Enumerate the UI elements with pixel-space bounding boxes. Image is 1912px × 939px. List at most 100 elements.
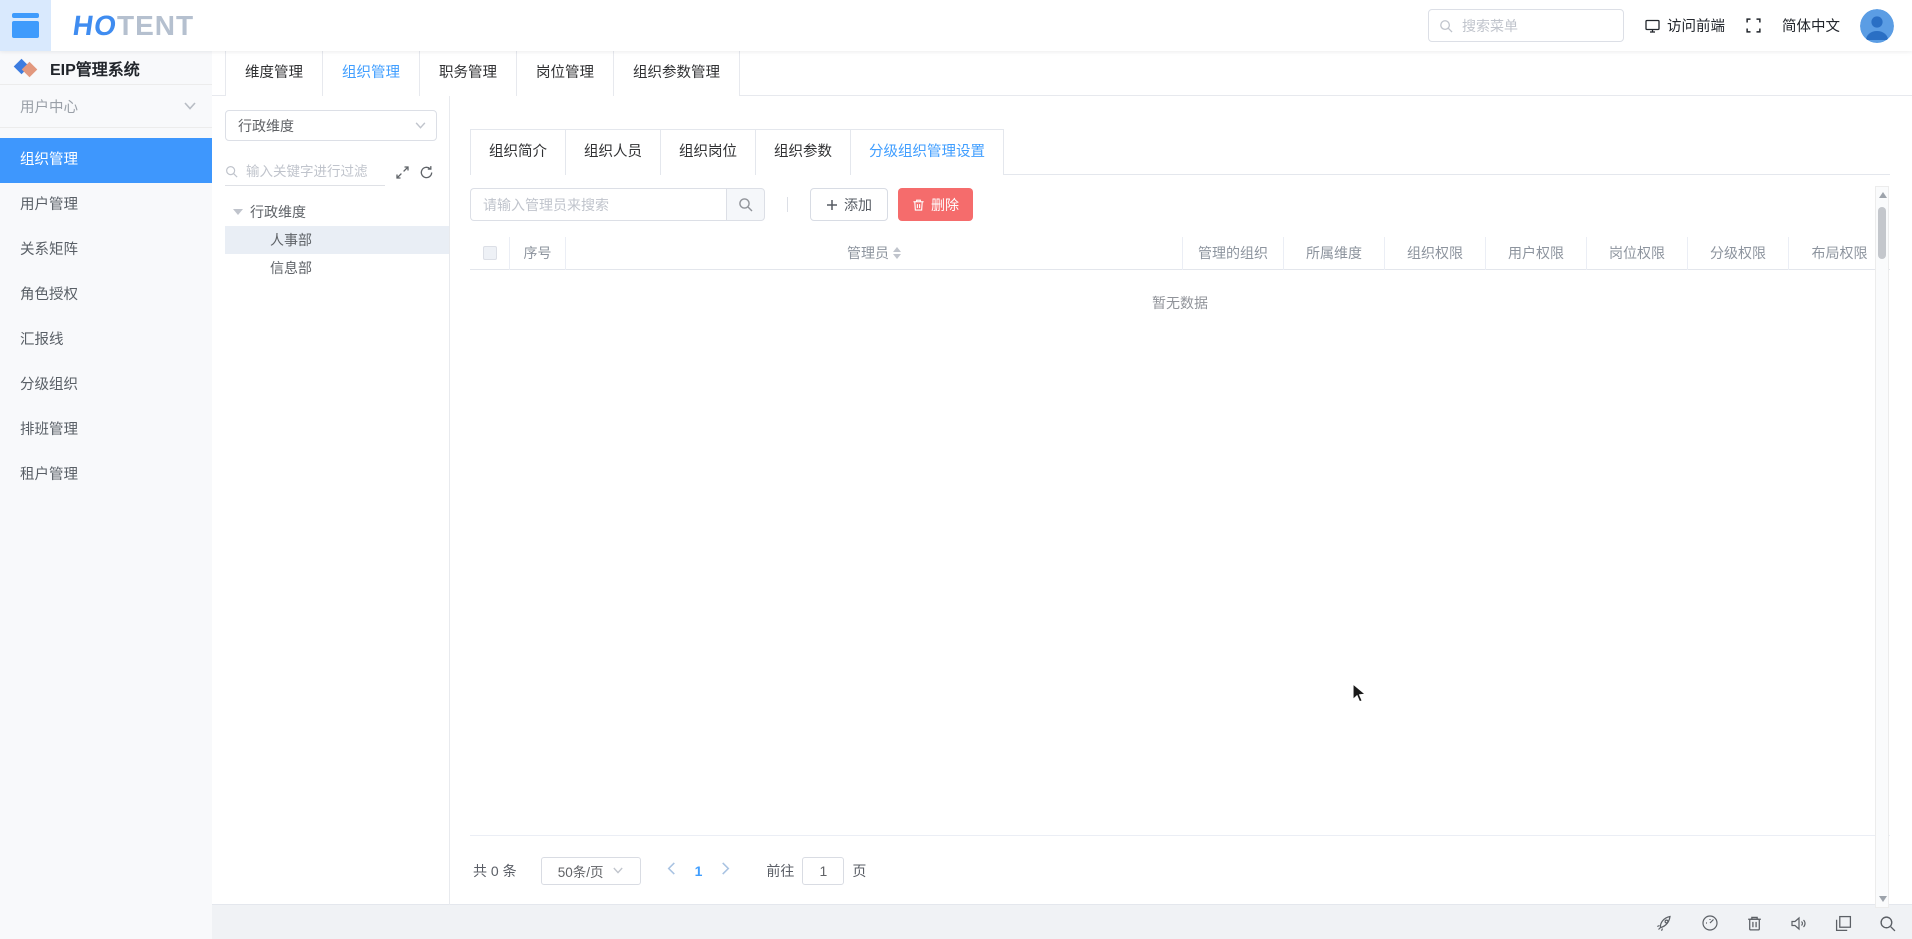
column-user-permission: 用户权限: [1486, 236, 1587, 270]
select-all-checkbox[interactable]: [482, 246, 497, 260]
tree-filter-row: [225, 158, 449, 186]
column-administrator-label: 管理员: [847, 245, 889, 261]
sort-icon[interactable]: [893, 247, 901, 259]
sidebar-item-org-management[interactable]: 组织管理: [0, 138, 212, 183]
org-detail-panel: 组织简介 组织人员 组织岗位 组织参数 分级组织管理设置 请输入管理员来搜索 添…: [470, 96, 1890, 905]
detail-tab-bar: 组织简介 组织人员 组织岗位 组织参数 分级组织管理设置: [470, 129, 1890, 176]
sidebar-item-relation-matrix[interactable]: 关系矩阵: [0, 228, 212, 273]
visit-frontend-label: 访问前端: [1667, 19, 1725, 35]
fullscreen-icon[interactable]: [1745, 17, 1762, 34]
delete-button-label: 删除: [931, 196, 959, 213]
tab-hierarchical-org-settings[interactable]: 分级组织管理设置: [851, 129, 1004, 176]
chevron-down-icon: [613, 867, 624, 874]
refresh-icon[interactable]: [419, 165, 434, 180]
rocket-icon[interactable]: [1656, 914, 1674, 932]
admin-toolbar: 添加 删除: [470, 188, 1890, 221]
speaker-icon[interactable]: [1790, 915, 1808, 932]
performance-icon[interactable]: [1701, 914, 1719, 932]
chevron-down-icon: [415, 122, 426, 129]
monitor-icon: [1644, 18, 1661, 34]
tab-post-management[interactable]: 岗位管理: [517, 51, 614, 96]
sidebar-menu: 组织管理 用户管理 关系矩阵 角色授权 汇报线 分级组织 排班管理 租户管理: [0, 138, 212, 498]
tab-org-params[interactable]: 组织参数: [756, 129, 851, 175]
column-org-permission: 组织权限: [1385, 236, 1486, 270]
tab-dimension-management[interactable]: 维度管理: [225, 51, 323, 96]
tree-filter-box[interactable]: [225, 158, 385, 186]
tree-filter-input[interactable]: [244, 163, 376, 180]
next-page-button[interactable]: [718, 862, 732, 879]
delete-button[interactable]: 删除: [898, 188, 973, 221]
menu-search-input[interactable]: [1460, 16, 1600, 35]
column-index: 序号: [510, 236, 566, 270]
tree-node-label: 人事部: [270, 232, 312, 248]
expand-icon[interactable]: [395, 165, 410, 180]
caret-down-icon: [233, 209, 243, 215]
language-switch[interactable]: 简体中文: [1782, 15, 1840, 36]
tab-org-post[interactable]: 组织岗位: [661, 129, 756, 175]
tree-node-root[interactable]: 行政维度: [225, 198, 449, 226]
goto-page-input[interactable]: [802, 856, 845, 885]
menu-search-box[interactable]: [1428, 9, 1624, 42]
prev-page-button[interactable]: [665, 862, 679, 879]
column-administrator[interactable]: 管理员: [566, 236, 1183, 270]
vertical-scrollbar[interactable]: [1875, 186, 1889, 908]
brand-logo-icon: [13, 58, 38, 77]
scroll-up-arrow-icon[interactable]: [1879, 192, 1887, 198]
tab-org-management[interactable]: 组织管理: [323, 51, 420, 97]
sidebar-section-user-center[interactable]: 用户中心: [0, 85, 212, 128]
tab-duty-management[interactable]: 职务管理: [420, 51, 517, 96]
top-header: HOTENT 访问前端 简体中文: [0, 0, 1912, 51]
add-button[interactable]: 添加: [810, 188, 888, 221]
search-icon[interactable]: [1879, 915, 1896, 932]
user-avatar[interactable]: [1860, 8, 1894, 43]
sidebar-item-tenant-management[interactable]: 租户管理: [0, 453, 212, 498]
visit-frontend-link[interactable]: 访问前端: [1644, 15, 1725, 36]
dimension-select-value: 行政维度: [238, 117, 294, 134]
column-managed-org: 管理的组织: [1183, 236, 1284, 270]
windows-icon[interactable]: [1835, 915, 1852, 932]
column-dimension: 所属维度: [1284, 236, 1385, 270]
avatar-person-icon: [1860, 8, 1894, 43]
tree-node-label: 行政维度: [250, 204, 306, 220]
page-size-select[interactable]: 50条/页: [540, 856, 641, 885]
module-tab-bar: 维度管理 组织管理 职务管理 岗位管理 组织参数管理: [212, 51, 1912, 97]
admin-search-group: [470, 188, 765, 221]
system-title: EIP管理系统: [50, 61, 140, 79]
add-button-label: 添加: [844, 196, 872, 213]
org-tree: 行政维度 人事部 信息部: [225, 198, 449, 282]
logo-text-secondary: TENT: [117, 9, 195, 41]
language-label: 简体中文: [1782, 19, 1840, 35]
sidebar-item-report-line[interactable]: 汇报线: [0, 318, 212, 363]
dimension-select[interactable]: 行政维度: [225, 110, 437, 141]
tab-org-intro[interactable]: 组织简介: [470, 129, 566, 175]
menu-collapse-button[interactable]: [0, 0, 51, 51]
app-logo: HO TENT: [71, 9, 195, 42]
main-area: 维度管理 组织管理 职务管理 岗位管理 组织参数管理 行政维度 输入关键字进行过…: [212, 51, 1912, 939]
page-number-1[interactable]: 1: [695, 863, 703, 879]
sidebar: EIP管理系统 用户中心 组织管理 用户管理 关系矩阵 角色授权 汇报线 分级组…: [0, 51, 212, 939]
scroll-down-arrow-icon[interactable]: [1879, 896, 1887, 902]
pagination-bar: 共 0 条 50条/页 1 前往 1 页: [470, 835, 1890, 905]
tree-node-hr-dept[interactable]: 人事部: [225, 226, 449, 254]
table-header: 序号 管理员 管理的组织 所属维度 组织权限 用户权限 岗位权限 分级权限 布局…: [470, 236, 1890, 270]
trash-icon: [912, 198, 925, 212]
admin-search-button[interactable]: [726, 188, 765, 221]
column-level-permission: 分级权限: [1688, 236, 1789, 270]
page-size-value: 50条/页: [557, 864, 604, 880]
tab-org-people[interactable]: 组织人员: [566, 129, 661, 175]
scrollbar-thumb[interactable]: [1878, 207, 1886, 259]
sidebar-item-shift-management[interactable]: 排班管理: [0, 408, 212, 453]
page-unit-label: 页: [852, 862, 867, 879]
search-icon: [738, 197, 753, 212]
sidebar-item-role-auth[interactable]: 角色授权: [0, 273, 212, 318]
sidebar-item-user-management[interactable]: 用户管理: [0, 183, 212, 228]
admin-search-input[interactable]: [470, 188, 726, 221]
tree-node-it-dept[interactable]: 信息部: [225, 254, 449, 282]
tab-org-param-management[interactable]: 组织参数管理: [614, 51, 740, 96]
sidebar-item-hierarchical-org[interactable]: 分级组织: [0, 363, 212, 408]
sidebar-brand: EIP管理系统: [0, 51, 212, 85]
footer-toolbar: [1656, 914, 1896, 932]
eip-admin-page: HOTENT 访问前端 简体中文: [0, 0, 1912, 939]
trash-icon[interactable]: [1746, 915, 1763, 932]
table-header-checkbox-cell: [470, 236, 510, 270]
